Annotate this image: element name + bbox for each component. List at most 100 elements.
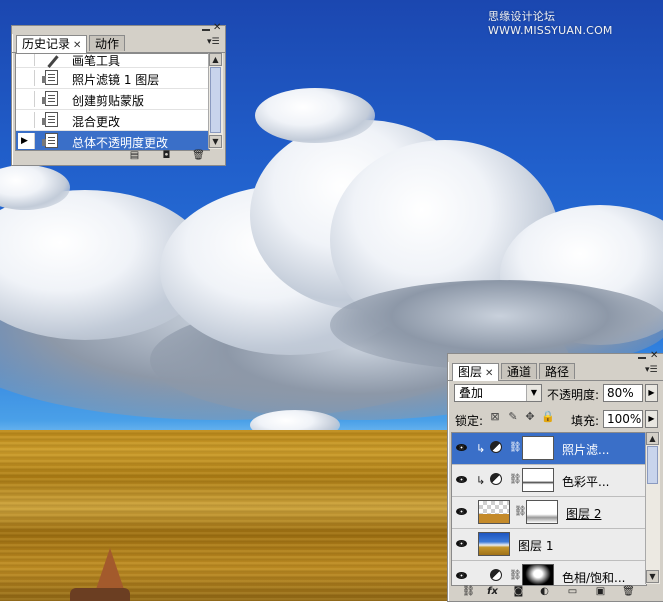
minimize-icon[interactable] bbox=[638, 354, 646, 359]
clipping-arrow-icon: ↳ bbox=[476, 442, 486, 455]
snapshot-icon[interactable]: ◘ bbox=[160, 150, 173, 162]
layer-name[interactable]: 照片滤... bbox=[562, 441, 609, 458]
history-item[interactable]: 创建剪贴蒙版 bbox=[16, 89, 209, 110]
history-item[interactable]: 画笔工具 bbox=[16, 54, 209, 68]
scroll-down-icon[interactable]: ▼ bbox=[646, 570, 659, 583]
history-bottom-toolbar: ▤ ◘ 🗑 bbox=[122, 150, 222, 164]
trash-icon[interactable]: 🗑 bbox=[622, 586, 635, 598]
link-layers-icon[interactable]: ⛓ bbox=[462, 586, 475, 598]
snapshot-source-checkbox[interactable] bbox=[18, 112, 35, 128]
trash-icon[interactable]: 🗑 bbox=[192, 150, 205, 162]
chevron-down-icon[interactable]: ▼ bbox=[526, 385, 541, 401]
layer-row[interactable]: ⛓ 图层 2 bbox=[452, 497, 646, 529]
history-state-icon bbox=[42, 112, 60, 128]
adjustment-layer-icon bbox=[490, 441, 502, 453]
lock-transparency-icon[interactable]: ⊠ bbox=[489, 411, 501, 423]
history-item[interactable]: 混合更改 bbox=[16, 110, 209, 131]
layer-name[interactable]: 图层 2 bbox=[566, 505, 601, 522]
history-scrollbar[interactable]: ▲ ▼ bbox=[208, 53, 223, 149]
history-item-label: 画笔工具 bbox=[72, 54, 121, 68]
link-icon[interactable]: ⛓ bbox=[509, 570, 522, 581]
fill-label: 填充: bbox=[571, 414, 600, 428]
tab-label: 历史记录 bbox=[22, 37, 71, 51]
panel-titlebar[interactable]: ✕ bbox=[448, 351, 663, 362]
scroll-up-icon[interactable]: ▲ bbox=[209, 53, 222, 66]
layer-mask-thumbnail[interactable] bbox=[522, 564, 554, 585]
layer-mask-thumbnail[interactable] bbox=[526, 500, 558, 524]
tab-paths[interactable]: 路径 bbox=[539, 363, 576, 379]
close-icon[interactable]: ✕ bbox=[650, 351, 658, 361]
snapshot-source-checkbox[interactable] bbox=[18, 70, 35, 86]
lock-position-icon[interactable]: ✥ bbox=[524, 411, 536, 423]
fill-input[interactable]: 100% bbox=[603, 410, 643, 428]
scroll-down-icon[interactable]: ▼ bbox=[209, 135, 222, 148]
fx-icon[interactable]: fx bbox=[486, 586, 499, 598]
eye-icon[interactable] bbox=[454, 440, 470, 456]
tab-channels[interactable]: 通道 bbox=[501, 363, 538, 379]
minimize-icon[interactable] bbox=[202, 26, 210, 31]
opacity-slider-arrow-icon[interactable]: ▶ bbox=[645, 384, 658, 402]
snapshot-source-checkbox[interactable]: ▶ bbox=[18, 133, 35, 149]
snapshot-source-checkbox[interactable] bbox=[18, 54, 35, 66]
add-mask-icon[interactable]: ◙ bbox=[512, 586, 525, 598]
tab-actions[interactable]: 动作 bbox=[89, 35, 126, 51]
history-state-icon bbox=[42, 70, 60, 86]
panel-menu-icon[interactable]: ▾☰ bbox=[207, 37, 220, 47]
tab-layers[interactable]: 图层 ✕ bbox=[452, 363, 500, 381]
lock-all-icon[interactable]: 🔒 bbox=[541, 411, 555, 423]
opacity-input[interactable]: 80% bbox=[603, 384, 643, 402]
snapshot-source-checkbox[interactable] bbox=[18, 91, 35, 107]
close-icon[interactable]: ✕ bbox=[213, 23, 221, 33]
history-item-label: 总体不透明度更改 bbox=[72, 136, 169, 150]
scroll-up-icon[interactable]: ▲ bbox=[646, 432, 659, 445]
adjustment-layer-icon[interactable]: ◐ bbox=[538, 586, 551, 598]
history-item-label: 照片滤镜 1 图层 bbox=[72, 73, 160, 87]
new-document-icon[interactable]: ▤ bbox=[128, 150, 141, 162]
layer-mask-thumbnail[interactable] bbox=[522, 468, 554, 492]
layer-row-selected[interactable]: ↳ ⛓ 照片滤... bbox=[452, 433, 646, 465]
tab-history[interactable]: 历史记录 ✕ bbox=[16, 35, 88, 53]
scroll-thumb[interactable] bbox=[647, 446, 658, 484]
blend-mode-select[interactable]: 叠加 ▼ bbox=[454, 384, 542, 402]
eye-icon[interactable] bbox=[454, 472, 470, 488]
history-item[interactable]: 照片滤镜 1 图层 bbox=[16, 68, 209, 89]
layer-thumbnail[interactable] bbox=[478, 500, 510, 524]
group-folder-icon[interactable]: ▭ bbox=[566, 586, 579, 598]
eye-icon[interactable] bbox=[454, 504, 470, 520]
lock-image-icon[interactable]: ✎ bbox=[507, 411, 519, 423]
layer-mask-thumbnail[interactable] bbox=[522, 436, 554, 460]
history-item-selected[interactable]: ▶ 总体不透明度更改 bbox=[16, 131, 209, 150]
link-icon[interactable]: ⛓ bbox=[509, 442, 522, 453]
new-layer-icon[interactable]: ▣ bbox=[594, 586, 607, 598]
history-panel: ✕ 历史记录 ✕ 动作 ▾☰ 画笔工具 照片滤镜 1 图层 创建剪贴蒙版 混合更… bbox=[11, 23, 226, 166]
watermark: 思缘设计论坛 WWW.MISSYUAN.COM bbox=[488, 10, 613, 37]
layer-name[interactable]: 色相/饱和... bbox=[562, 569, 626, 585]
eye-icon[interactable] bbox=[454, 568, 470, 584]
tab-label: 动作 bbox=[95, 37, 120, 51]
layer-thumbnail[interactable] bbox=[478, 532, 510, 556]
link-icon[interactable]: ⛓ bbox=[514, 506, 527, 517]
link-icon[interactable]: ⛓ bbox=[509, 474, 522, 485]
layers-scrollbar[interactable]: ▲ ▼ bbox=[645, 432, 660, 584]
clipping-arrow-icon: ↳ bbox=[476, 474, 486, 487]
history-tab-row: 历史记录 ✕ 动作 ▾☰ bbox=[12, 34, 225, 53]
panel-titlebar[interactable]: ✕ bbox=[12, 23, 225, 34]
layer-row[interactable]: 图层 1 bbox=[452, 529, 646, 561]
current-state-arrow-icon: ▶ bbox=[21, 136, 28, 146]
layer-name[interactable]: 色彩平... bbox=[562, 473, 609, 490]
scroll-thumb[interactable] bbox=[210, 67, 221, 133]
eye-icon[interactable] bbox=[454, 536, 470, 552]
layers-tab-row: 图层 ✕ 通道 路径 ▾☰ bbox=[448, 362, 663, 381]
close-icon[interactable]: ✕ bbox=[73, 40, 81, 51]
close-icon[interactable]: ✕ bbox=[485, 368, 493, 379]
layer-name[interactable]: 图层 1 bbox=[518, 537, 553, 554]
fill-slider-arrow-icon[interactable]: ▶ bbox=[645, 410, 658, 428]
panel-menu-icon[interactable]: ▾☰ bbox=[645, 365, 658, 375]
adjustment-layer-icon bbox=[490, 569, 502, 581]
layer-row[interactable]: ⛓ 色相/饱和... bbox=[452, 561, 646, 585]
layer-row[interactable]: ↳ ⛓ 色彩平... bbox=[452, 465, 646, 497]
lock-fill-row: 锁定: ⊠ ✎ ✥ 🔒 填充: 100% ▶ bbox=[451, 408, 661, 428]
rock-base bbox=[70, 588, 130, 601]
blend-mode-value: 叠加 bbox=[459, 386, 484, 400]
history-state-icon bbox=[42, 133, 60, 149]
